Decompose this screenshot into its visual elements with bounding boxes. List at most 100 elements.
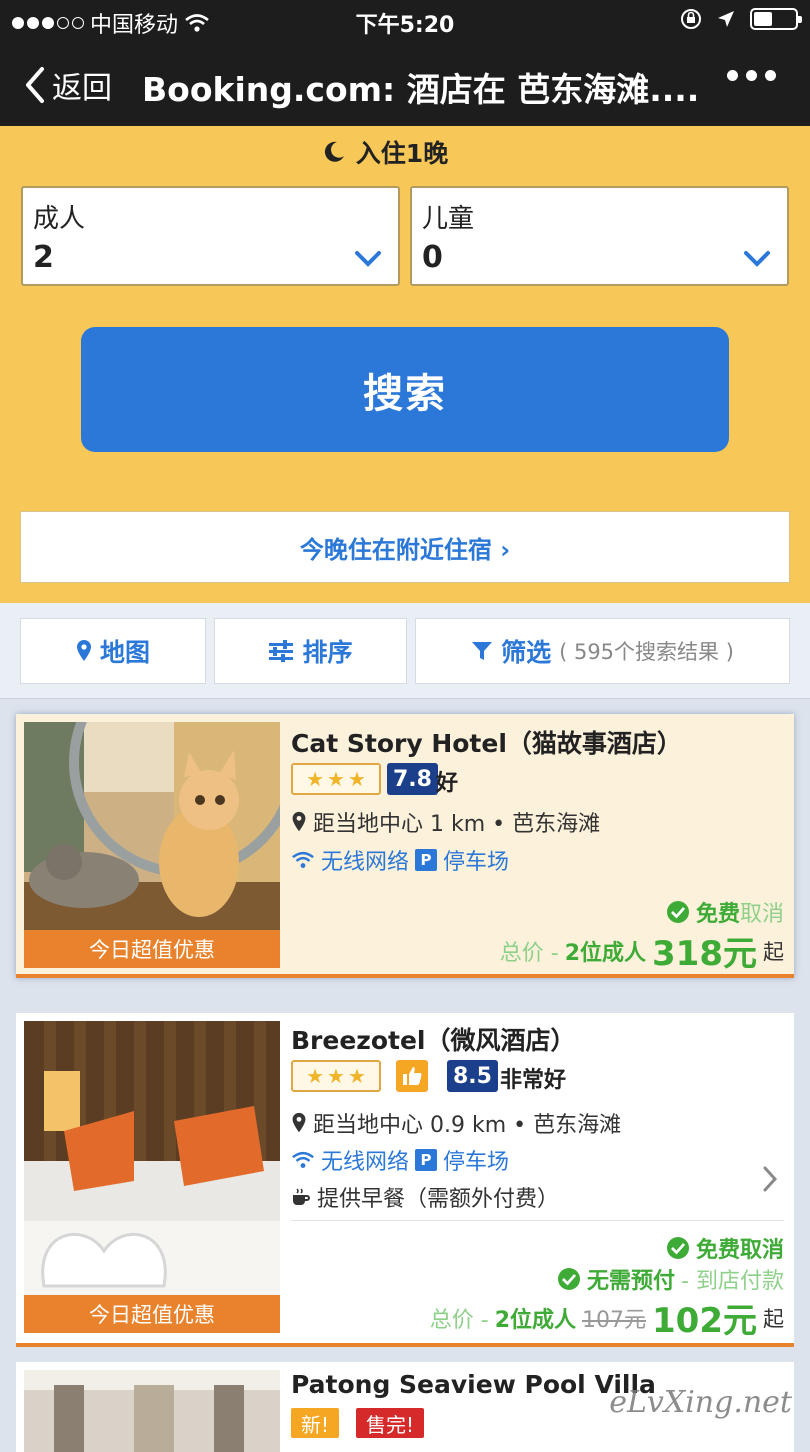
hotel-name: Cat Story Hotel（猫故事酒店） <box>291 729 682 758</box>
star-icon: ★ <box>306 767 325 791</box>
review-score: 8.5 <box>447 1060 498 1092</box>
price-guests: 2位成人 <box>494 1307 577 1333</box>
search-panel: 入住1晚 成人 2 儿童 0 搜索 今晚住在附近住宿 › <box>0 126 810 603</box>
price-value: 102元 <box>652 1301 757 1341</box>
distance-text: 距当地中心 1 km • 芭东海滩 <box>313 812 601 837</box>
sort-button[interactable]: 排序 <box>214 618 407 684</box>
new-badge: 新! <box>291 1408 340 1438</box>
children-value: 0 <box>422 240 443 275</box>
check-circle-icon <box>666 901 689 923</box>
star-rating: ★ ★ ★ <box>291 1060 381 1092</box>
watermark: eLvXing.net <box>609 1385 792 1420</box>
check-circle-icon <box>558 1268 581 1290</box>
wifi-label: 无线网络 <box>321 1150 410 1175</box>
sort-label: 排序 <box>302 638 353 667</box>
price-line: 总价 - 2位成人 107元 102元 起 <box>430 1293 784 1342</box>
nights-label: 入住1晚 <box>355 139 449 168</box>
location-arrow-icon <box>718 11 734 27</box>
adults-label: 成人 <box>33 204 86 234</box>
nav-bar: 返回 Booking.com: 酒店在 芭东海滩.... <box>0 44 810 126</box>
more-icon[interactable] <box>727 70 776 81</box>
chevron-right-icon[interactable] <box>762 1165 778 1193</box>
results-toolbar: 地图 排序 筛选 ( 595个搜索结果 ) <box>0 603 810 699</box>
status-bar: 中国移动 下午5:20 <box>0 0 810 44</box>
map-label: 地图 <box>99 638 150 667</box>
children-select[interactable]: 儿童 0 <box>410 186 789 286</box>
star-icon: ★ <box>306 1064 325 1088</box>
facilities-line: 无线网络 P 停车场 <box>291 1144 509 1176</box>
distance-text: 距当地中心 0.9 km • 芭东海滩 <box>313 1113 622 1138</box>
price-prefix: 总价 - <box>499 940 559 966</box>
breakfast-line: 提供早餐（需额外付费） <box>291 1181 559 1213</box>
filter-button[interactable]: 筛选 ( 595个搜索结果 ) <box>415 618 790 684</box>
price-suffix: 起 <box>763 939 784 964</box>
hotel-photo <box>24 1021 280 1299</box>
parking-label: 停车场 <box>443 1150 510 1175</box>
hotel-name: Breezotel（微风酒店） <box>291 1026 576 1055</box>
facilities-line: 无线网络 P 停车场 <box>291 844 509 876</box>
wifi-icon <box>292 851 314 868</box>
hotel-card[interactable]: 今日超值优惠 Cat Story Hotel（猫故事酒店） ★ ★ ★ 7.8 好 … <box>16 714 794 978</box>
status-icons <box>680 8 802 30</box>
no-prepay-line: 无需预付 - 到店付款 <box>557 1263 784 1295</box>
price-guests: 2位成人 <box>564 940 647 966</box>
page-title: Booking.com: 酒店在 芭东海滩.... <box>142 70 700 109</box>
result-count: ( 595个搜索结果 ) <box>559 640 734 664</box>
back-button[interactable]: 返回 <box>22 63 112 107</box>
adults-value: 2 <box>33 240 54 275</box>
price-value: 318元 <box>652 934 757 974</box>
star-icon: ★ <box>347 767 366 791</box>
distance-line: 距当地中心 1 km • 芭东海滩 <box>291 806 600 838</box>
hotel-name: Patong Seaview Pool Villa <box>291 1370 656 1399</box>
wifi-icon <box>292 1151 314 1168</box>
free-cancel-line: 免费取消 <box>666 896 784 928</box>
map-pin-icon <box>76 640 91 661</box>
free-cancel-text-b: 取消 <box>739 902 784 927</box>
free-cancel-text-a: 免费 <box>695 902 740 927</box>
review-score-text: 好 <box>436 771 459 796</box>
nights-summary: 入住1晚 <box>0 134 770 170</box>
divider <box>291 1220 784 1221</box>
check-circle-icon <box>666 1237 689 1259</box>
review-score-text: 非常好 <box>500 1068 567 1093</box>
deal-banner: 今日超值优惠 <box>24 1295 280 1333</box>
star-icon: ★ <box>327 767 345 791</box>
distance-line: 距当地中心 0.9 km • 芭东海滩 <box>291 1107 621 1139</box>
chevron-down-icon <box>355 251 381 267</box>
filter-icon <box>472 642 493 660</box>
back-label: 返回 <box>52 71 112 106</box>
parking-label: 停车场 <box>443 850 510 875</box>
parking-icon: P <box>415 849 438 871</box>
wifi-label: 无线网络 <box>321 850 410 875</box>
free-cancel-text: 免费取消 <box>695 1238 784 1263</box>
sort-icon <box>269 640 294 662</box>
moon-icon <box>324 141 344 162</box>
star-icon: ★ <box>347 1064 366 1088</box>
breakfast-text: 提供早餐（需额外付费） <box>317 1187 560 1212</box>
pay-at-hotel-text: - 到店付款 <box>681 1269 784 1294</box>
battery-icon <box>750 8 802 30</box>
price-prefix: 总价 - <box>429 1307 489 1333</box>
filter-label: 筛选 <box>501 638 552 667</box>
search-button[interactable]: 搜索 <box>81 327 729 452</box>
map-pin-icon <box>292 1112 306 1133</box>
no-prepay-text: 无需预付 <box>587 1269 676 1294</box>
back-chevron-icon <box>26 67 44 103</box>
hotel-card[interactable]: 今日超值优惠 Breezotel（微风酒店） ★ ★ ★ 8.5 非常好 距当地中心… <box>16 1013 794 1347</box>
adults-select[interactable]: 成人 2 <box>21 186 400 286</box>
price-line: 总价 - 2位成人 318元 起 <box>500 926 784 975</box>
rotation-lock-icon <box>681 9 701 29</box>
tonight-nearby-link[interactable]: 今晚住在附近住宿 › <box>20 511 790 583</box>
price-suffix: 起 <box>763 1306 784 1331</box>
deal-banner: 今日超值优惠 <box>24 930 280 968</box>
map-button[interactable]: 地图 <box>20 618 206 684</box>
children-label: 儿童 <box>422 204 475 234</box>
old-price: 107元 <box>582 1307 647 1333</box>
parking-icon: P <box>415 1149 438 1171</box>
star-icon: ★ <box>327 1064 345 1088</box>
map-pin-icon <box>292 811 306 832</box>
sold-out-badge: 售完! <box>356 1408 425 1438</box>
star-rating: ★ ★ ★ <box>291 763 381 795</box>
free-cancel-line: 免费取消 <box>666 1232 784 1264</box>
coffee-icon <box>293 1188 310 1205</box>
